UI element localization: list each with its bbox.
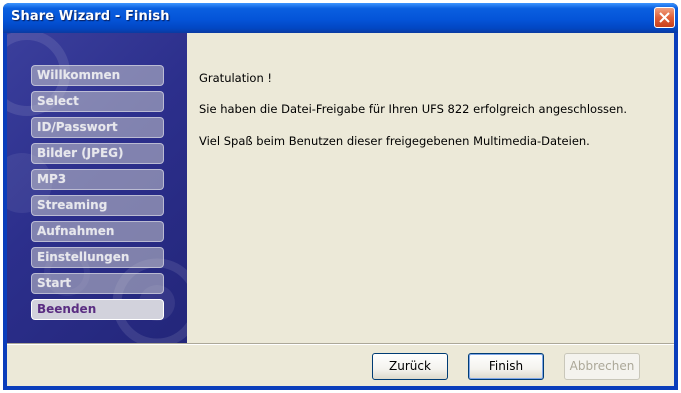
back-button[interactable]: Zurück <box>372 353 448 380</box>
window-border-right <box>674 33 678 390</box>
share-wizard-window: Share Wizard - Finish Willkommen Select … <box>3 3 678 390</box>
step-einstellungen[interactable]: Einstellungen <box>31 247 164 268</box>
step-mp3[interactable]: MP3 <box>31 169 164 190</box>
window-title: Share Wizard - Finish <box>11 9 170 24</box>
wizard-steps-sidebar: Willkommen Select ID/Passwort Bilder (JP… <box>7 33 187 343</box>
finish-button[interactable]: Finish <box>468 353 544 380</box>
step-bilder-jpeg[interactable]: Bilder (JPEG) <box>31 143 164 164</box>
congratulation-text: Gratulation ! <box>199 71 273 85</box>
close-icon <box>659 12 670 23</box>
step-aufnahmen[interactable]: Aufnahmen <box>31 221 164 242</box>
step-start[interactable]: Start <box>31 273 164 294</box>
enjoy-message: Viel Spaß beim Benutzen dieser freigegeb… <box>199 134 590 148</box>
dialog-client-area: Willkommen Select ID/Passwort Bilder (JP… <box>7 33 674 386</box>
step-streaming[interactable]: Streaming <box>31 195 164 216</box>
success-message: Sie haben die Datei-Freigabe für Ihren U… <box>199 102 628 116</box>
title-bar[interactable]: Share Wizard - Finish <box>3 3 678 33</box>
step-id-passwort[interactable]: ID/Passwort <box>31 117 164 138</box>
step-willkommen[interactable]: Willkommen <box>31 65 164 86</box>
footer-separator <box>7 343 674 345</box>
window-border-bottom <box>3 386 678 390</box>
close-button[interactable] <box>654 7 675 28</box>
step-beenden[interactable]: Beenden <box>31 299 164 320</box>
cancel-button[interactable]: Abbrechen <box>564 353 640 380</box>
wizard-content: Gratulation ! Sie haben die Datei-Freiga… <box>187 33 674 343</box>
step-select[interactable]: Select <box>31 91 164 112</box>
